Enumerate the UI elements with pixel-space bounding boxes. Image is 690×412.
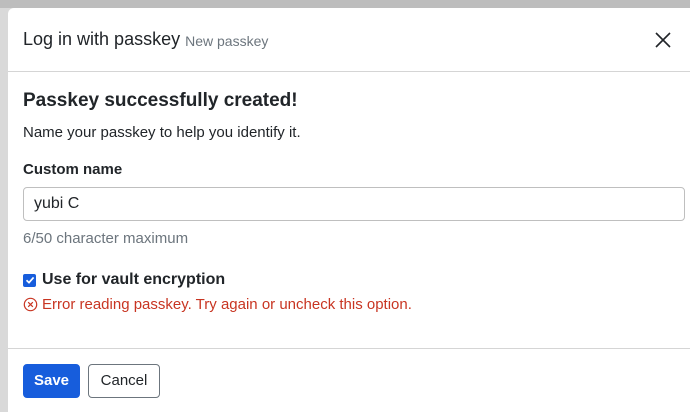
dialog-body: Passkey successfully created! Name your …	[8, 72, 690, 313]
dialog-footer: Save Cancel	[8, 348, 690, 412]
close-button[interactable]	[652, 29, 674, 51]
error-circle-icon	[23, 297, 38, 312]
checkmark-icon	[25, 276, 34, 284]
custom-name-input[interactable]	[23, 187, 685, 221]
error-message: Error reading passkey. Try again or unch…	[23, 296, 684, 313]
character-limit-hint: 6/50 character maximum	[23, 230, 189, 247]
dialog-header: Log in with passkey New passkey	[8, 8, 690, 72]
cancel-button[interactable]: Cancel	[88, 363, 160, 398]
close-icon	[655, 31, 671, 48]
dialog-subtitle: New passkey	[185, 32, 269, 49]
passkey-dialog: Log in with passkey New passkey Passkey …	[8, 8, 690, 412]
success-heading: Passkey successfully created!	[23, 90, 298, 111]
vault-encryption-label[interactable]: Use for vault encryption	[42, 271, 225, 289]
instruction-text: Name your passkey to help you identify i…	[23, 124, 301, 141]
dialog-title: Log in with passkey	[23, 29, 181, 49]
vault-encryption-option: Use for vault encryption	[23, 271, 684, 289]
backdrop	[0, 0, 690, 8]
error-text: Error reading passkey. Try again or unch…	[42, 296, 412, 313]
custom-name-label: Custom name	[23, 161, 123, 178]
save-button[interactable]: Save	[23, 363, 80, 398]
vault-encryption-checkbox[interactable]	[23, 273, 36, 287]
